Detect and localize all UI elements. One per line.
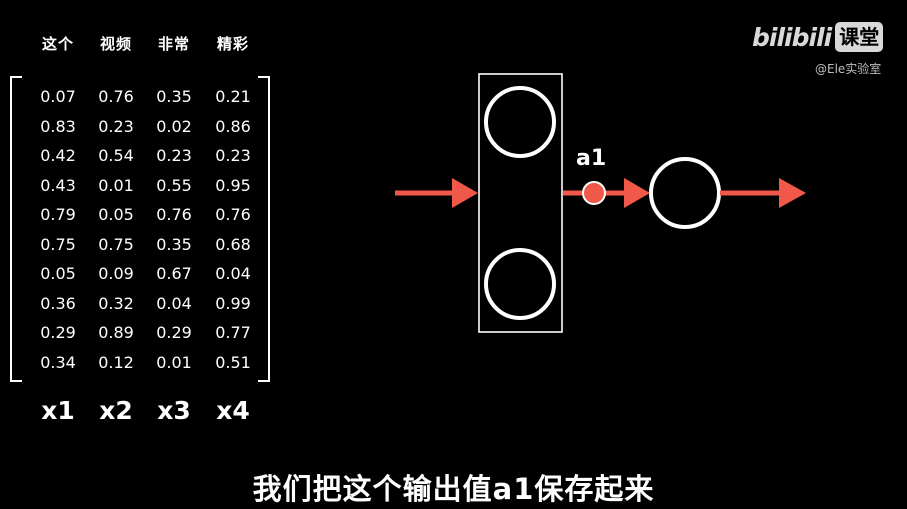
output-neuron [649,157,721,229]
bilibili-logo: bilibili 课堂 [752,20,884,54]
activation-a1-dot [582,181,606,205]
video-frame: 这个 视频 非常 精彩 0.07 0.76 0.35 0.21 0.83 0.23 0.02… [0,0,907,509]
network-diagram [395,73,806,333]
bilibili-wordmark: bilibili [752,22,832,52]
video-subtitle: 我们把这个输出值a1保存起来 [252,472,655,506]
ketang-badge: 课堂 [835,22,884,52]
hidden-neuron-2 [484,248,556,320]
output-arrow [720,178,806,208]
input-arrow [395,178,478,208]
channel-handle: @Ele实验室 [815,62,882,76]
middle-arrow [563,178,650,208]
hidden-layer-box [478,73,563,333]
hidden-neuron-1 [484,86,556,158]
activation-a1-label: a1 [576,146,607,171]
